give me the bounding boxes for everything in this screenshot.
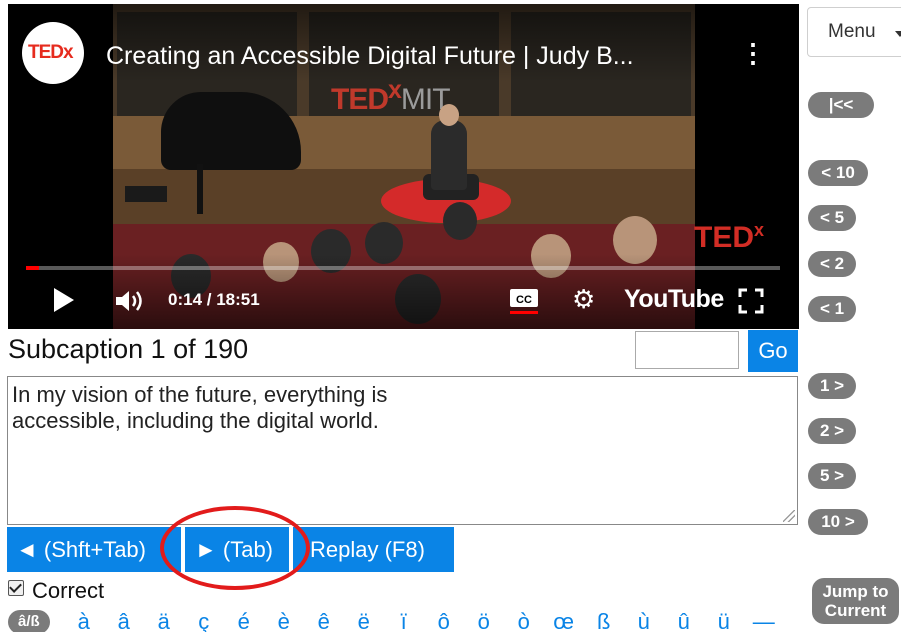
time-display: 0:14 / 18:51 — [168, 290, 260, 309]
correct-checkbox-row[interactable]: Correct — [8, 578, 104, 604]
back-1-button[interactable]: < 1 — [808, 296, 856, 322]
special-characters-toggle[interactable]: â/ß — [8, 610, 50, 632]
youtube-logo[interactable]: YouTube — [624, 285, 724, 314]
subcaption-counter: Subcaption 1 of 190 — [8, 334, 249, 364]
char-button[interactable]: ù — [624, 610, 664, 632]
volume-icon[interactable] — [114, 288, 148, 314]
char-button[interactable]: ç — [184, 610, 224, 632]
char-button[interactable]: â — [104, 610, 144, 632]
forward-1-button[interactable]: 1 > — [808, 373, 856, 399]
char-button[interactable]: ß — [584, 610, 624, 632]
caption-textarea[interactable]: In my vision of the future, everything i… — [7, 376, 798, 525]
settings-gear-icon[interactable]: ⚙ — [572, 284, 595, 314]
char-button[interactable]: è — [264, 610, 304, 632]
video-player[interactable]: TEDxMIT TEDx TEDx Creating an Accessible… — [8, 4, 799, 329]
char-button[interactable]: ê — [304, 610, 344, 632]
char-button[interactable]: ö — [464, 610, 504, 632]
previous-caption-button[interactable]: ◄ (Shft+Tab) — [16, 527, 168, 572]
char-button[interactable]: à — [64, 610, 104, 632]
char-button[interactable]: ü — [704, 610, 744, 632]
jump-to-current-button[interactable]: Jump to Current — [812, 578, 899, 624]
goto-subcaption-input[interactable] — [635, 331, 739, 369]
forward-10-button[interactable]: 10 > — [808, 509, 868, 535]
correct-label: Correct — [32, 578, 105, 603]
play-icon[interactable] — [54, 288, 74, 312]
stage-logo: TEDxMIT — [331, 76, 451, 116]
forward-2-button[interactable]: 2 > — [808, 418, 856, 444]
chevron-down-icon — [895, 31, 901, 37]
more-options-icon[interactable]: ⋮ — [740, 40, 766, 66]
char-button[interactable]: ä — [144, 610, 184, 632]
highlight-circle — [160, 506, 310, 590]
closed-captions-icon[interactable]: CC — [509, 287, 539, 314]
video-title[interactable]: Creating an Accessible Digital Future | … — [106, 42, 726, 71]
char-button[interactable]: ò — [504, 610, 544, 632]
progress-fill — [26, 266, 39, 270]
char-button[interactable]: ë — [344, 610, 384, 632]
correct-checkbox[interactable] — [8, 580, 24, 596]
back-2-button[interactable]: < 2 — [808, 251, 856, 277]
progress-bar[interactable] — [26, 266, 780, 270]
forward-5-button[interactable]: 5 > — [808, 463, 856, 489]
cc-label: CC — [516, 294, 532, 306]
back-10-button[interactable]: < 10 — [808, 160, 868, 186]
channel-avatar[interactable]: TEDx — [22, 22, 84, 84]
skip-to-start-button[interactable]: |<< — [808, 92, 874, 118]
replay-button[interactable]: Replay (F8) — [310, 527, 454, 572]
fullscreen-icon[interactable] — [738, 288, 764, 314]
resize-handle-icon[interactable] — [783, 510, 795, 522]
char-button[interactable]: — — [744, 610, 784, 632]
char-button[interactable]: ï — [384, 610, 424, 632]
char-button[interactable]: û — [664, 610, 704, 632]
char-button[interactable]: é — [224, 610, 264, 632]
back-5-button[interactable]: < 5 — [808, 205, 856, 231]
side-logo: TEDx — [694, 220, 765, 254]
go-button[interactable]: Go — [748, 330, 798, 372]
special-characters-bar: â/ß à â ä ç é è ê ë ï ô ö ò œ ß ù û ü — — [8, 610, 798, 632]
char-button[interactable]: œ — [544, 610, 584, 632]
menu-button[interactable]: Menu — [807, 7, 901, 57]
char-button[interactable]: ô — [424, 610, 464, 632]
